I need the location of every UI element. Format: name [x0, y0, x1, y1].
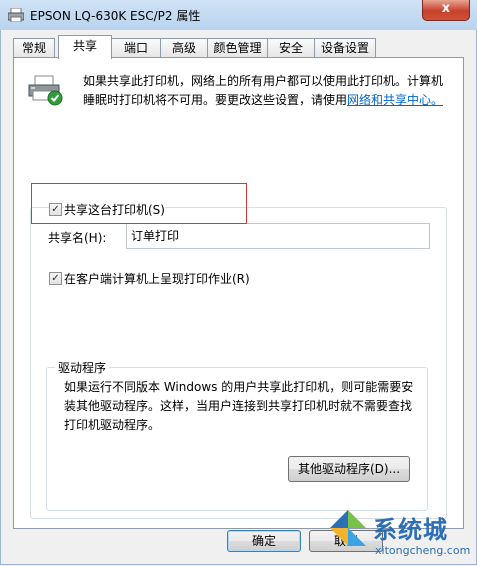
close-button[interactable]: x: [422, 0, 470, 21]
watermark-logo-icon: [330, 510, 366, 546]
printer-icon: [8, 8, 24, 22]
tab-advanced[interactable]: 高级: [160, 38, 208, 58]
render-on-client-checkbox[interactable]: ✓: [49, 272, 62, 285]
sharing-description: 如果共享此打印机，网络上的所有用户都可以使用此打印机。计算机睡眠时打印机将不可用…: [83, 72, 453, 110]
tab-sharing[interactable]: 共享: [58, 35, 112, 59]
window-title: EPSON LQ-630K ESC/P2 属性: [30, 9, 201, 23]
share-name-input[interactable]: 订单打印: [126, 223, 430, 249]
watermark-text: 系统城: [373, 516, 448, 544]
highlight-box: [31, 183, 247, 224]
tab-color-management[interactable]: 颜色管理: [207, 38, 268, 58]
tab-general[interactable]: 常规: [13, 38, 55, 58]
tab-device-settings[interactable]: 设备设置: [314, 38, 376, 58]
drivers-group-title: 驱动程序: [55, 359, 110, 376]
share-name-label: 共享名(H):: [48, 229, 107, 246]
additional-drivers-button[interactable]: 其他驱动程序(D)...: [288, 456, 410, 482]
tab-ports[interactable]: 端口: [111, 38, 161, 58]
printer-icon: [28, 75, 63, 106]
ok-button[interactable]: 确定: [227, 530, 301, 552]
render-on-client-label[interactable]: 在客户端计算机上呈现打印作业(R): [64, 270, 250, 287]
watermark-url: xitongcheng.com: [375, 544, 471, 557]
drivers-description: 如果运行不同版本 Windows 的用户共享此打印机，则可能需要安装其他驱动程序…: [64, 380, 414, 432]
tab-security[interactable]: 安全: [267, 38, 315, 58]
network-sharing-center-link[interactable]: 网络和共享中心。: [347, 93, 443, 107]
